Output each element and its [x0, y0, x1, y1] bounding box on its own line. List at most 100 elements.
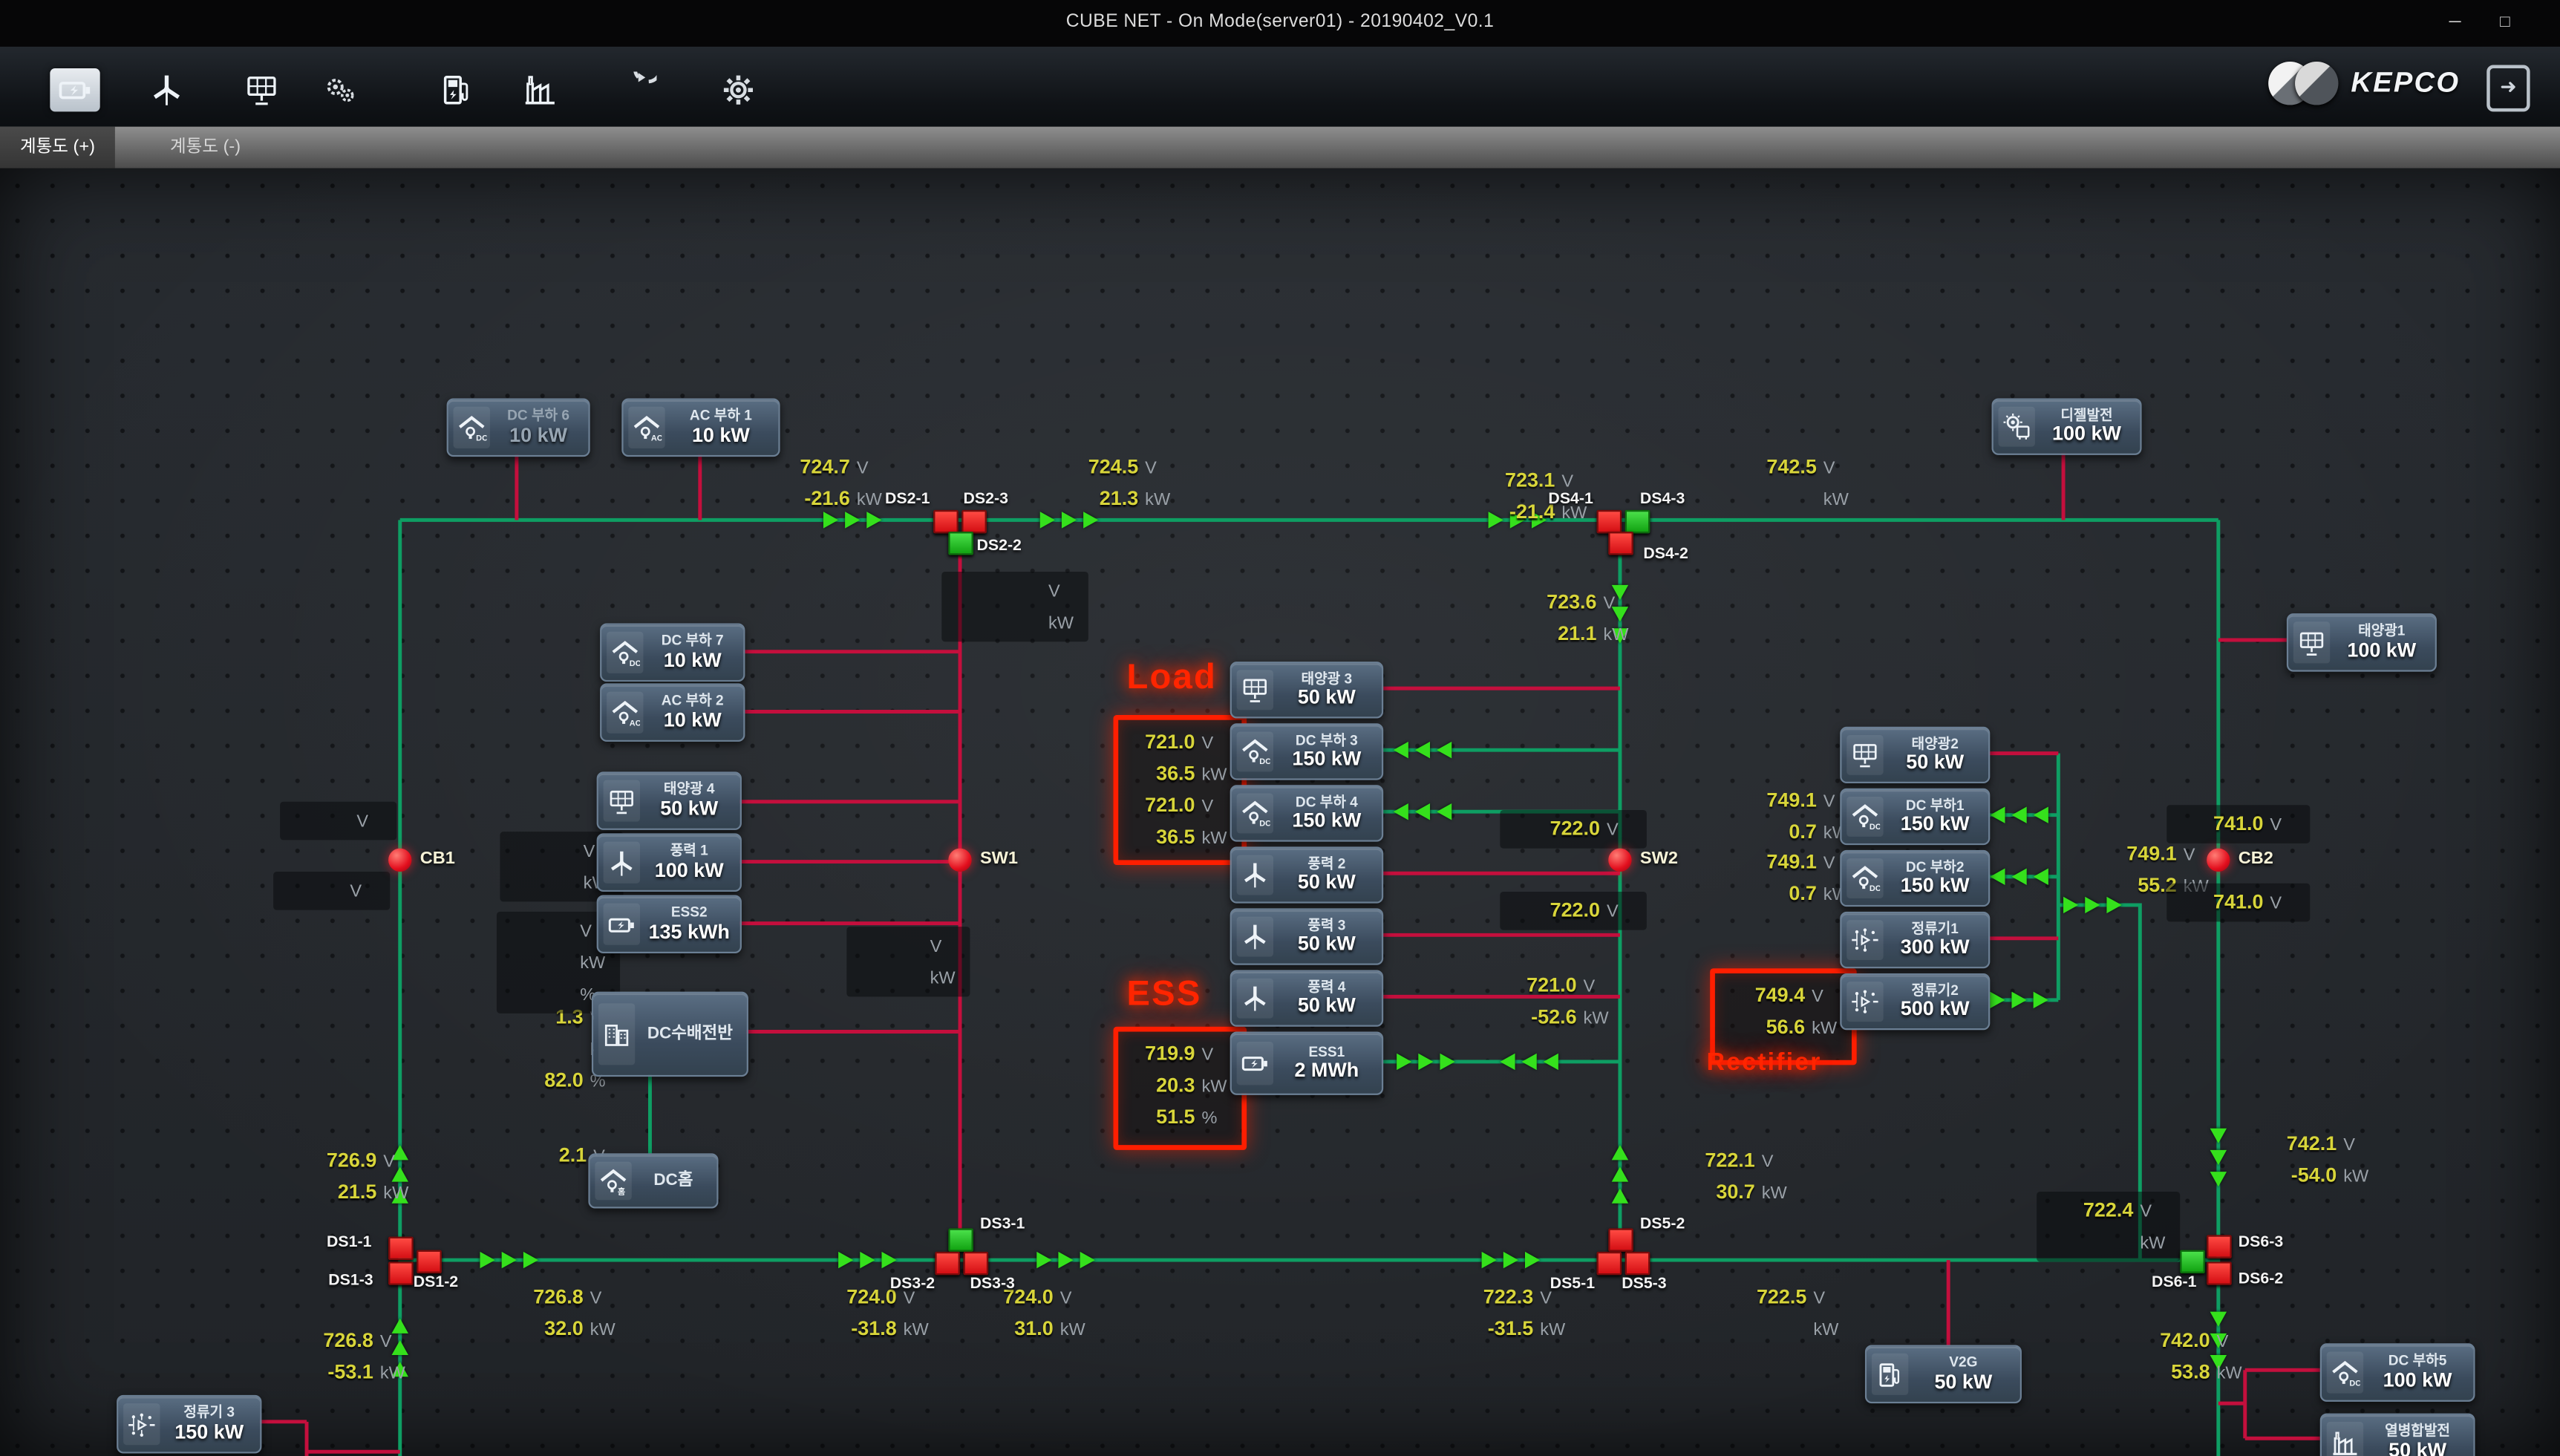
- measurement-row: 723.6V: [1495, 588, 1637, 616]
- device-text: 정류기 3150 kW: [163, 1406, 260, 1443]
- measurement-ds1-right: 726.8V32.0kW: [486, 1279, 630, 1348]
- device-dc-load-3[interactable]: DCDC 부하 3150 kW: [1230, 723, 1384, 780]
- flow-arrow-icon: [1482, 1252, 1497, 1268]
- device-text: 정류기1300 kW: [1887, 921, 1988, 959]
- device-rectifier-2[interactable]: 정류기2500 kW: [1840, 973, 1990, 1030]
- device-wind-1[interactable]: 풍력 1100 kW: [597, 833, 742, 892]
- device-pv-4[interactable]: 태양광 450 kW: [597, 771, 742, 830]
- measurement-ds2-below-blank: VkW: [941, 572, 1088, 642]
- logout-button[interactable]: ➜: [2486, 65, 2530, 112]
- node-sw1[interactable]: [948, 849, 971, 872]
- window-title: CUBE NET - On Mode(server01) - 20190402_…: [0, 12, 2560, 32]
- house-icon: DC: [454, 407, 490, 448]
- device-dc-load-7[interactable]: DCDC 부하 710 kW: [600, 624, 745, 682]
- device-wind-2[interactable]: 풍력 250 kW: [1230, 846, 1384, 903]
- switch-label-ds5-2: DS5-2: [1640, 1215, 1685, 1233]
- device-dc-load-2[interactable]: DCDC 부하2150 kW: [1840, 850, 1990, 907]
- switch-ds5-2[interactable]: [1608, 1228, 1633, 1251]
- solar-icon[interactable]: [237, 68, 287, 111]
- building-icon: [598, 1004, 635, 1064]
- measurement-row: V: [948, 577, 1082, 605]
- measurement-row: 721.0V: [1470, 972, 1617, 1000]
- device-diesel-gen[interactable]: 디젤발전100 kW: [1992, 399, 2142, 455]
- measurement-row: 722.0V: [1506, 897, 1640, 925]
- device-rating: 50 kW: [1277, 687, 1377, 709]
- device-rectifier-3[interactable]: 정류기 3150 kW: [117, 1395, 261, 1454]
- switch-ds2-2[interactable]: [948, 532, 973, 555]
- tab-diagram-plus[interactable]: 계통도 (+): [0, 127, 115, 169]
- breaker-icon[interactable]: [50, 68, 99, 111]
- device-ess-1[interactable]: ESS12 MWh: [1230, 1032, 1384, 1095]
- switch-ds5-3[interactable]: [1625, 1252, 1650, 1275]
- settings-icon[interactable]: [714, 68, 763, 111]
- device-rating: 300 kW: [1887, 937, 1983, 959]
- wind-icon[interactable]: [142, 68, 192, 111]
- switch-ds4-1[interactable]: [1597, 510, 1622, 533]
- flow-arrow-icon: [2063, 897, 2078, 913]
- switch-ds1-1[interactable]: [388, 1237, 414, 1260]
- refresh-icon[interactable]: [613, 68, 663, 111]
- switch-ds3-3[interactable]: [963, 1252, 988, 1275]
- device-chp[interactable]: 열병합발전50 kW: [2320, 1414, 2475, 1456]
- device-v2g[interactable]: V2G50 kW: [1865, 1345, 2022, 1404]
- device-text: AC 부하 210 kW: [647, 693, 743, 731]
- device-name: 정류기 3: [163, 1406, 255, 1421]
- gears-icon[interactable]: [315, 68, 365, 111]
- device-ac-load-1[interactable]: ACAC 부하 110 kW: [621, 399, 780, 457]
- device-pv-1[interactable]: 태양광1100 kW: [2287, 613, 2437, 672]
- device-rectifier-1[interactable]: 정류기1300 kW: [1840, 912, 1990, 968]
- ev-charger-icon[interactable]: [431, 68, 481, 111]
- switch-ds6-3[interactable]: [2207, 1235, 2232, 1258]
- tab-diagram-minus[interactable]: 계통도 (-): [150, 127, 261, 169]
- device-pv-2[interactable]: 태양광250 kW: [1840, 727, 1990, 783]
- switch-ds4-3[interactable]: [1625, 510, 1650, 533]
- measurement-row: 21.5kW: [287, 1178, 417, 1207]
- device-wind-3[interactable]: 풍력 350 kW: [1230, 908, 1384, 964]
- node-cb2[interactable]: [2207, 849, 2230, 872]
- measurement-row: 21.3kW: [1036, 485, 1178, 513]
- flow-arrow-icon: [1437, 803, 1452, 820]
- device-name: 태양광 4: [643, 782, 734, 797]
- switch-ds5-1[interactable]: [1597, 1252, 1622, 1275]
- switch-ds3-2[interactable]: [935, 1252, 960, 1275]
- flow-arrow-icon: [1415, 803, 1430, 820]
- tab-bar: 계통도 (+) 계통도 (-): [0, 127, 2560, 169]
- switch-ds6-2[interactable]: [2207, 1261, 2232, 1284]
- device-dc-load-6[interactable]: DCDC 부하 610 kW: [447, 399, 590, 457]
- node-sw2[interactable]: [1608, 849, 1631, 872]
- device-name: DC 부하 7: [647, 634, 738, 650]
- maximize-button[interactable]: □: [2486, 8, 2523, 38]
- device-dc-load-5[interactable]: DCDC 부하5100 kW: [2320, 1343, 2475, 1402]
- device-text: 열병합발전50 kW: [2367, 1424, 2474, 1456]
- measurement-ds4-right: 742.5VkW: [1708, 448, 1864, 518]
- switch-ds1-3[interactable]: [388, 1261, 414, 1284]
- device-dc-home[interactable]: 홈DC홈: [588, 1153, 718, 1208]
- switch-ds2-1[interactable]: [933, 510, 959, 533]
- wind-icon: [1237, 855, 1273, 895]
- minimize-button[interactable]: ─: [2437, 8, 2473, 38]
- device-dc-load-4[interactable]: DCDC 부하 4150 kW: [1230, 785, 1384, 841]
- device-ess-2[interactable]: ESS2135 kWh: [597, 895, 742, 953]
- device-text: 디젤발전100 kW: [2038, 408, 2140, 445]
- switch-ds2-3[interactable]: [961, 510, 987, 533]
- device-wind-4[interactable]: 풍력 450 kW: [1230, 970, 1384, 1026]
- measurement-row: -31.8kW: [803, 1315, 937, 1343]
- flow-arrow-icon: [1522, 1054, 1537, 1070]
- device-dc-panel[interactable]: DC수배전반: [592, 992, 748, 1077]
- node-cb1[interactable]: [388, 849, 411, 872]
- measurement-row: 0.7kW: [1723, 818, 1857, 846]
- device-dc-load-1[interactable]: DCDC 부하1150 kW: [1840, 789, 1990, 845]
- measurement-row: 0.7kW: [1723, 880, 1857, 908]
- switch-ds1-2[interactable]: [417, 1250, 442, 1273]
- device-ac-load-2[interactable]: ACAC 부하 210 kW: [600, 683, 745, 742]
- device-text: DC 부하 4150 kW: [1277, 794, 1382, 832]
- device-text: 풍력 450 kW: [1277, 979, 1382, 1017]
- switch-ds4-2[interactable]: [1608, 532, 1633, 555]
- device-pv-3[interactable]: 태양광 350 kW: [1230, 662, 1384, 718]
- plant-icon[interactable]: [515, 68, 565, 111]
- measurement-row: 742.1V: [2240, 1130, 2377, 1158]
- switch-ds6-1[interactable]: [2180, 1250, 2205, 1273]
- device-rating: 150 kW: [1887, 814, 1983, 836]
- measurement-row: 742.5V: [1715, 454, 1857, 482]
- switch-ds3-1[interactable]: [948, 1228, 973, 1251]
